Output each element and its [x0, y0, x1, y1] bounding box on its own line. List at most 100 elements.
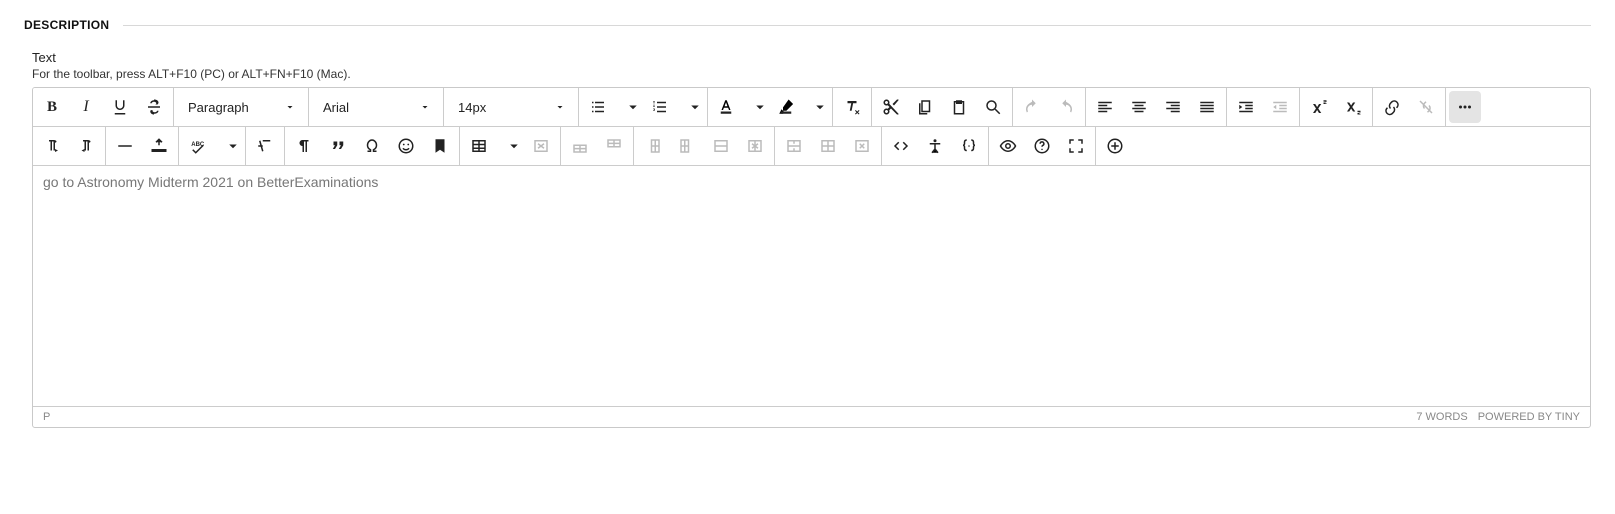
indent-button[interactable]	[1230, 91, 1262, 123]
undo-button[interactable]	[1016, 91, 1048, 123]
cut-button[interactable]	[875, 91, 907, 123]
field-help: For the toolbar, press ALT+F10 (PC) or A…	[32, 67, 1591, 81]
align-center-button[interactable]	[1123, 91, 1155, 123]
section-title: DESCRIPTION	[24, 18, 123, 32]
align-justify-button[interactable]	[1191, 91, 1223, 123]
insert-col-left-button[interactable]	[637, 130, 669, 162]
split-cells-icon	[819, 137, 837, 155]
unlink-button[interactable]	[1410, 91, 1442, 123]
bullet-list-button[interactable]	[582, 91, 614, 123]
insert-line-button[interactable]	[143, 130, 175, 162]
section-header: DESCRIPTION	[24, 18, 1591, 32]
italic-button[interactable]: I	[70, 91, 102, 123]
paste-button[interactable]	[943, 91, 975, 123]
font-family-select[interactable]: Arial	[311, 91, 441, 123]
delete-row-icon	[712, 137, 730, 155]
spellcheck-button[interactable]: ABC	[182, 130, 214, 162]
clear-formatting-icon	[843, 98, 861, 116]
text-color-button[interactable]	[710, 91, 742, 123]
align-left-button[interactable]	[1089, 91, 1121, 123]
special-char-button[interactable]	[356, 130, 388, 162]
source-code-button[interactable]	[885, 130, 917, 162]
bullet-list-menu[interactable]	[616, 91, 642, 123]
omega-icon	[363, 137, 381, 155]
insert-line-icon	[150, 137, 168, 155]
section-divider	[123, 25, 1591, 26]
emoji-button[interactable]	[390, 130, 422, 162]
numbered-list-button[interactable]	[644, 91, 676, 123]
horizontal-rule-icon	[116, 137, 134, 155]
copy-button[interactable]	[909, 91, 941, 123]
link-button[interactable]	[1376, 91, 1408, 123]
delete-col-icon	[746, 137, 764, 155]
cell-props-button[interactable]	[846, 130, 878, 162]
cut-icon	[882, 98, 900, 116]
insert-row-below-button[interactable]	[598, 130, 630, 162]
word-count[interactable]: 7 WORDS	[1416, 411, 1467, 423]
font-family-value: Arial	[323, 100, 349, 115]
redo-button[interactable]	[1050, 91, 1082, 123]
align-right-button[interactable]	[1157, 91, 1189, 123]
chevron-down-icon	[419, 101, 431, 113]
highlight-color-menu[interactable]	[803, 91, 829, 123]
highlight-color-button[interactable]	[770, 91, 802, 123]
chevron-down-icon	[686, 98, 704, 116]
insert-col-right-button[interactable]	[671, 130, 703, 162]
align-left-icon	[1096, 98, 1114, 116]
find-button[interactable]	[977, 91, 1009, 123]
preview-button[interactable]	[992, 130, 1024, 162]
undo-icon	[1023, 98, 1041, 116]
chevron-down-icon	[284, 101, 296, 113]
ltr-icon	[43, 137, 61, 155]
horizontal-rule-button[interactable]	[109, 130, 141, 162]
editor-content[interactable]: go to Astronomy Midterm 2021 on BetterEx…	[33, 166, 1590, 406]
table-button[interactable]	[463, 130, 495, 162]
more-toolbar-button[interactable]	[1449, 91, 1481, 123]
outdent-button[interactable]	[1264, 91, 1296, 123]
clear-formatting-button[interactable]	[836, 91, 868, 123]
quote-icon	[329, 137, 347, 155]
spellcheck-menu[interactable]	[216, 130, 242, 162]
delete-col-button[interactable]	[739, 130, 771, 162]
block-format-select[interactable]: Paragraph	[176, 91, 306, 123]
font-size-select[interactable]: 14px	[446, 91, 576, 123]
bold-button[interactable]: B	[36, 91, 68, 123]
rich-text-editor: B I Paragraph Arial 14px	[32, 87, 1591, 428]
formula-button[interactable]	[249, 130, 281, 162]
accessibility-button[interactable]	[919, 130, 951, 162]
insert-row-above-button[interactable]	[564, 130, 596, 162]
toolbar-row-2: ABC	[33, 127, 1590, 166]
link-icon	[1383, 98, 1401, 116]
delete-table-button[interactable]	[525, 130, 557, 162]
superscript-button[interactable]	[1303, 91, 1335, 123]
help-button[interactable]	[1026, 130, 1058, 162]
branding[interactable]: POWERED BY TINY	[1478, 411, 1580, 423]
row-below-icon	[605, 137, 623, 155]
rtl-icon	[77, 137, 95, 155]
block-format-value: Paragraph	[188, 100, 249, 115]
paragraph-button[interactable]	[288, 130, 320, 162]
delete-row-button[interactable]	[705, 130, 737, 162]
add-content-button[interactable]	[1099, 130, 1131, 162]
rtl-button[interactable]	[70, 130, 102, 162]
subscript-button[interactable]	[1337, 91, 1369, 123]
paragraph-icon	[295, 137, 313, 155]
text-color-menu[interactable]	[743, 91, 769, 123]
ltr-button[interactable]	[36, 130, 68, 162]
blockquote-button[interactable]	[322, 130, 354, 162]
split-cells-button[interactable]	[812, 130, 844, 162]
underline-button[interactable]	[104, 91, 136, 123]
superscript-icon	[1310, 98, 1328, 116]
spellcheck-icon: ABC	[189, 137, 207, 155]
code-sample-button[interactable]	[953, 130, 985, 162]
strikethrough-button[interactable]	[138, 91, 170, 123]
merge-cells-button[interactable]	[778, 130, 810, 162]
table-menu[interactable]	[497, 130, 523, 162]
formula-icon	[256, 137, 274, 155]
bold-icon: B	[47, 99, 57, 116]
fullscreen-icon	[1067, 137, 1085, 155]
element-path[interactable]: P	[43, 411, 50, 423]
numbered-list-menu[interactable]	[678, 91, 704, 123]
anchor-button[interactable]	[424, 130, 456, 162]
fullscreen-button[interactable]	[1060, 130, 1092, 162]
